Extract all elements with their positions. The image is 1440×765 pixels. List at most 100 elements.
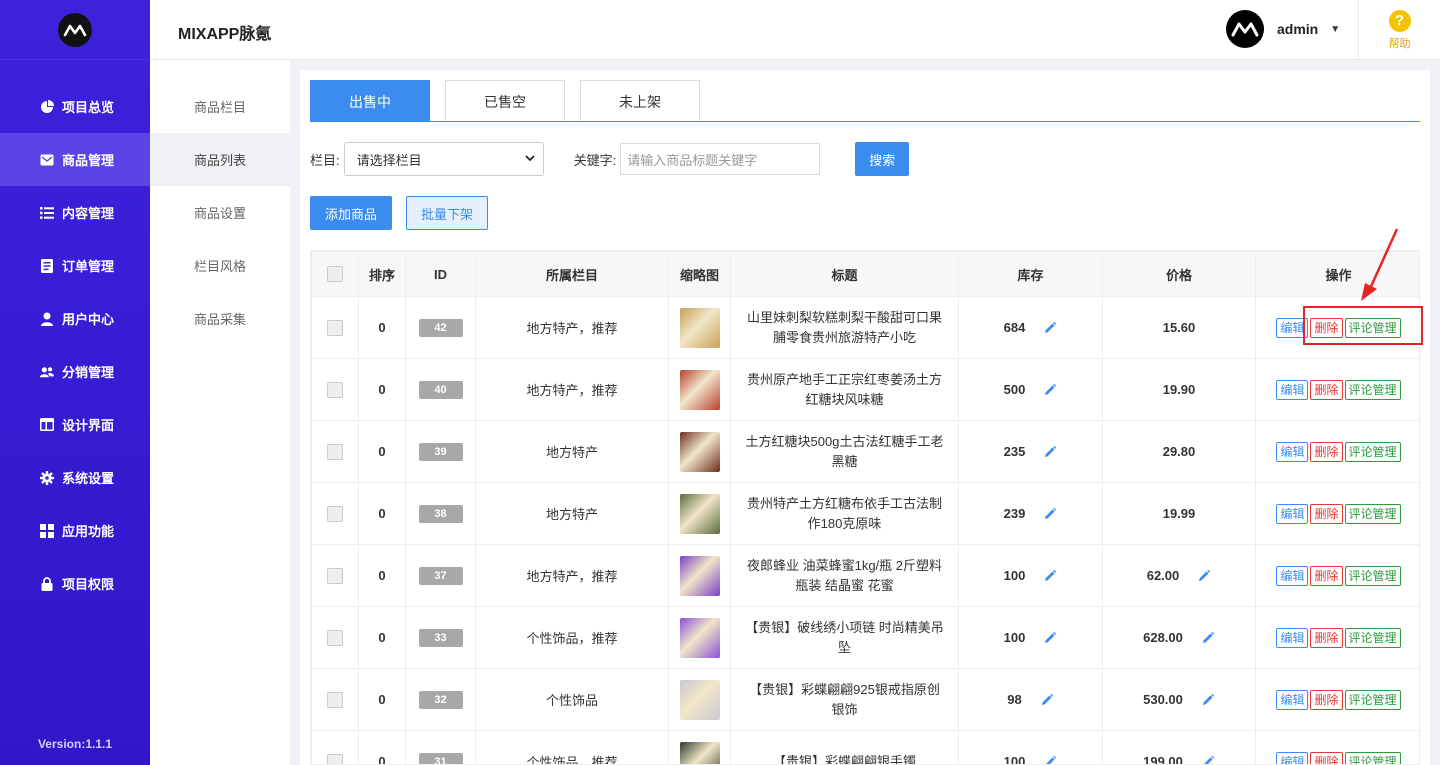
row-checkbox[interactable]: [327, 691, 343, 708]
edit-price-icon[interactable]: [1201, 755, 1215, 764]
subnav-item-category-style[interactable]: 栏目风格: [150, 239, 290, 292]
comments-button[interactable]: 评论管理: [1344, 503, 1401, 524]
sidebar-item-distribution[interactable]: 分销管理: [0, 345, 150, 398]
add-product-button[interactable]: 添加商品: [310, 196, 392, 230]
edit-stock-icon[interactable]: [1043, 383, 1057, 397]
keyword-label: 关键字:: [573, 152, 617, 168]
sidebar-item-users[interactable]: 用户中心: [0, 292, 150, 345]
delete-button[interactable]: 删除: [1310, 689, 1343, 710]
row-checkbox[interactable]: [327, 629, 343, 646]
edit-price-icon[interactable]: [1197, 569, 1211, 583]
row-checkbox[interactable]: [327, 567, 343, 584]
edit-button[interactable]: 编辑: [1276, 503, 1309, 524]
delete-button[interactable]: 删除: [1310, 379, 1343, 400]
user-icon: [40, 312, 54, 326]
edit-price-icon[interactable]: [1201, 631, 1215, 645]
edit-stock-icon[interactable]: [1043, 507, 1057, 521]
select-all-checkbox[interactable]: [327, 266, 343, 283]
column-header: 缩略图: [668, 251, 731, 297]
edit-stock-icon[interactable]: [1043, 445, 1057, 459]
edit-button[interactable]: 编辑: [1276, 565, 1309, 586]
edit-stock-icon[interactable]: [1043, 755, 1057, 764]
tab-sold-out[interactable]: 已售空: [445, 80, 565, 122]
edit-stock-icon[interactable]: [1043, 321, 1057, 335]
edit-stock-icon[interactable]: [1043, 569, 1057, 583]
price-value: 19.99: [1162, 506, 1196, 521]
column-header: 排序: [358, 251, 406, 297]
delete-button[interactable]: 删除: [1310, 565, 1343, 586]
annotation-highlight-box: [1303, 306, 1423, 345]
row-checkbox[interactable]: [327, 443, 343, 460]
row-checkbox[interactable]: [327, 381, 343, 398]
product-thumbnail[interactable]: [679, 493, 720, 534]
category-cell: 地方特产，推荐: [475, 358, 669, 421]
comments-button[interactable]: 评论管理: [1344, 751, 1401, 764]
sidebar-item-content[interactable]: 内容管理: [0, 186, 150, 239]
edit-button[interactable]: 编辑: [1276, 751, 1309, 764]
sidebar-item-products[interactable]: 商品管理: [0, 133, 150, 186]
id-badge: 33: [418, 628, 463, 647]
user-name[interactable]: admin: [1277, 21, 1318, 37]
delete-button[interactable]: 删除: [1310, 503, 1343, 524]
help-button[interactable]: ? 帮助: [1358, 0, 1440, 60]
caret-down-icon[interactable]: ▼: [1330, 24, 1340, 35]
product-thumbnail[interactable]: [679, 617, 720, 658]
edit-stock-icon[interactable]: [1043, 631, 1057, 645]
edit-stock-icon[interactable]: [1040, 693, 1054, 707]
row-checkbox[interactable]: [327, 505, 343, 522]
sidebar-item-settings[interactable]: 系统设置: [0, 451, 150, 504]
search-button[interactable]: 搜索: [855, 142, 910, 176]
sidebar-item-permissions[interactable]: 项目权限: [0, 557, 150, 610]
table-header-row: 排序 ID 所属栏目 缩略图 标题 库存 价格 操作: [311, 251, 1419, 297]
app-logo[interactable]: [58, 12, 92, 47]
column-header: ID: [405, 251, 476, 297]
delete-button[interactable]: 删除: [1310, 627, 1343, 648]
edit-price-icon[interactable]: [1201, 693, 1215, 707]
edit-button[interactable]: 编辑: [1276, 689, 1309, 710]
avatar[interactable]: [1226, 10, 1264, 48]
price-value: 628.00: [1143, 629, 1183, 645]
row-checkbox[interactable]: [327, 753, 343, 764]
delete-button[interactable]: 删除: [1310, 751, 1343, 764]
sidebar-item-orders[interactable]: 订单管理: [0, 239, 150, 292]
batch-off-shelf-button[interactable]: 批量下架: [406, 196, 488, 230]
thumbnail-cell: [668, 296, 731, 359]
sidebar-item-label: 项目权限: [62, 577, 115, 592]
product-thumbnail[interactable]: [679, 741, 720, 764]
column-header: 价格: [1102, 251, 1256, 297]
sidebar-item-label: 分销管理: [62, 365, 115, 380]
sidebar-item-overview[interactable]: 项目总览: [0, 80, 150, 133]
tab-off-shelf[interactable]: 未上架: [580, 80, 700, 122]
question-icon: ?: [1388, 9, 1411, 32]
edit-button[interactable]: 编辑: [1276, 627, 1309, 648]
row-checkbox[interactable]: [327, 319, 343, 336]
sidebar-item-design[interactable]: 设计界面: [0, 398, 150, 451]
comments-button[interactable]: 评论管理: [1344, 689, 1401, 710]
row-select-cell: [311, 482, 359, 545]
product-thumbnail[interactable]: [679, 555, 720, 596]
edit-button[interactable]: 编辑: [1276, 379, 1309, 400]
delete-button[interactable]: 删除: [1310, 441, 1343, 462]
comments-button[interactable]: 评论管理: [1344, 565, 1401, 586]
category-select[interactable]: 请选择栏目: [343, 142, 544, 176]
subnav-item-product-list[interactable]: 商品列表: [150, 133, 290, 186]
comments-button[interactable]: 评论管理: [1344, 441, 1401, 462]
product-thumbnail[interactable]: [679, 679, 720, 720]
subnav-item-product-settings[interactable]: 商品设置: [150, 186, 290, 239]
stock-value: 684: [1003, 319, 1026, 335]
keyword-input[interactable]: 请输入商品标题关键字: [620, 143, 821, 175]
edit-button[interactable]: 编辑: [1276, 441, 1309, 462]
user-menu[interactable]: admin ▼: [1226, 10, 1340, 48]
table-row: 0 37 地方特产，推荐 夜郎蜂业 油菜蜂蜜1kg/瓶 2斤塑料瓶装 结晶蜜 花蜜 10…: [311, 544, 1419, 607]
sidebar-item-apps[interactable]: 应用功能: [0, 504, 150, 557]
subnav-item-product-collect[interactable]: 商品采集: [150, 292, 290, 345]
product-thumbnail[interactable]: [679, 369, 720, 410]
comments-button[interactable]: 评论管理: [1344, 627, 1401, 648]
tab-on-sale[interactable]: 出售中: [310, 80, 430, 122]
subnav-item-categories[interactable]: 商品栏目: [150, 80, 290, 133]
table-row: 0 42 地方特产，推荐 山里妹刺梨软糕刺梨干酸甜可口果脯零食贵州旅游特产小吃 684 1…: [311, 296, 1419, 359]
product-thumbnail[interactable]: [679, 431, 720, 472]
column-header: 所属栏目: [475, 251, 669, 297]
comments-button[interactable]: 评论管理: [1344, 379, 1401, 400]
product-thumbnail[interactable]: [679, 307, 720, 348]
